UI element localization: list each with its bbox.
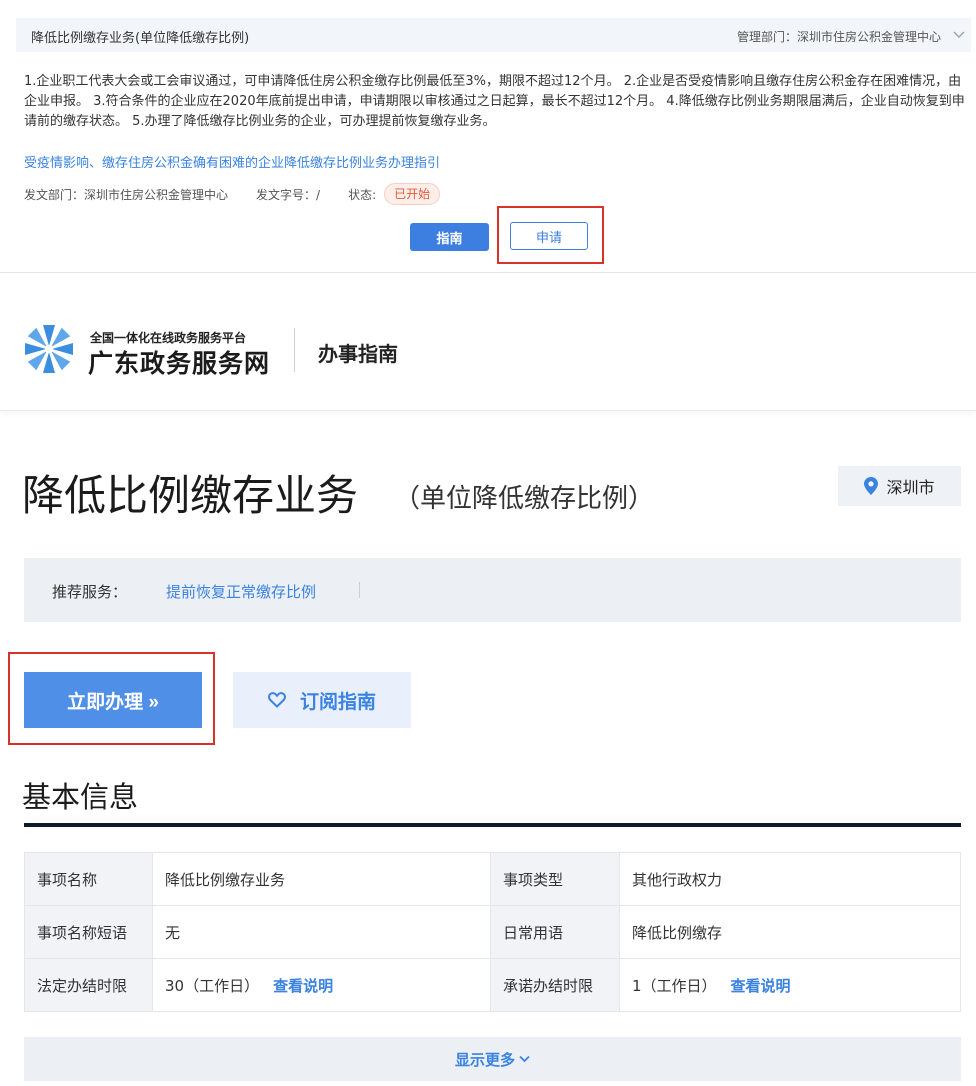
view-explanation-link[interactable]: 查看说明: [731, 977, 791, 995]
recommended-label: 推荐服务：: [52, 583, 128, 601]
guide-document-link[interactable]: 受疫情影响、缴存住房公积金确有困难的企业降低缴存比例业务办理指引: [24, 152, 440, 171]
guide-button[interactable]: 指南: [410, 223, 489, 251]
legal-time-limit-value: 30（工作日）: [165, 976, 260, 995]
page-title: 降低比例缴存业务: [22, 471, 359, 520]
view-explanation-link[interactable]: 查看说明: [273, 977, 333, 995]
card-header[interactable]: 降低比例缴存业务(单位降低缴存比例) 管理部门：深圳市住房公积金管理中心: [16, 18, 971, 52]
show-more-button[interactable]: 显示更多: [24, 1037, 961, 1081]
section-rule: [24, 823, 961, 827]
service-card: 降低比例缴存业务(单位降低缴存比例) 管理部门：深圳市住房公积金管理中心 1.企…: [0, 0, 976, 273]
promised-time-limit-value: 1（工作日）: [632, 976, 717, 995]
location-pin-icon: [864, 477, 879, 495]
table-row: 事项名称 降低比例缴存业务 事项类型 其他行政权力: [24, 852, 961, 906]
table-cell-key: 法定办结时限: [24, 958, 153, 1012]
table-row: 法定办结时限 30（工作日） 查看说明 承诺办结时限 1（工作日） 查看说明: [24, 958, 961, 1012]
subscribe-guide-button[interactable]: 订阅指南: [233, 672, 411, 728]
chevron-down-icon: [519, 1055, 530, 1063]
site-header: 全国一体化在线政务服务平台 广东政务服务网 办事指南: [0, 298, 976, 411]
table-cell-value: 降低比例缴存业务: [152, 852, 491, 906]
header-divider: [294, 328, 295, 372]
show-more-label: 显示更多: [454, 1050, 515, 1069]
table-cell-key: 事项类型: [490, 852, 620, 906]
table-cell-key: 事项名称: [24, 852, 153, 906]
doc-number-label: 发文字号：/: [256, 187, 321, 202]
status-label: 状态:: [348, 187, 377, 202]
card-title: 降低比例缴存业务(单位降低缴存比例): [31, 31, 250, 46]
location-label: 深圳市: [886, 478, 935, 497]
table-cell-value: 30（工作日） 查看说明: [152, 958, 491, 1012]
status-badge: 已开始: [384, 183, 441, 205]
table-cell-key: 日常用语: [490, 905, 620, 959]
platform-name[interactable]: 广东政务服务网: [88, 344, 270, 380]
subscribe-guide-label: 订阅指南: [299, 691, 376, 713]
table-cell-value: 其他行政权力: [619, 852, 961, 906]
handle-now-highlight-box: [8, 652, 215, 745]
table-cell-key: 事项名称短语: [24, 905, 153, 959]
recommended-divider: [359, 582, 360, 598]
basic-info-title: 基本信息: [22, 780, 139, 814]
apply-highlight-box: [497, 206, 604, 264]
location-selector[interactable]: 深圳市: [838, 466, 961, 506]
card-description: 1.企业职工代表大会或工会审议通过，可申请降低住房公积金缴存比例最低至3%，期限…: [24, 74, 965, 129]
card-meta: 发文部门：深圳市住房公积金管理中心 发文字号：/ 状态: 已开始: [24, 183, 441, 205]
table-cell-value: 1（工作日） 查看说明: [619, 958, 961, 1012]
page-subtitle: （单位降低缴存比例）: [394, 484, 655, 514]
platform-logo-icon[interactable]: [22, 322, 76, 376]
recommended-service-link[interactable]: 提前恢复正常缴存比例: [166, 581, 316, 602]
card-dept-label: 管理部门：深圳市住房公积金管理中心: [736, 30, 941, 44]
table-cell-value: 无: [152, 905, 491, 959]
recommended-services: 推荐服务： 提前恢复正常缴存比例: [24, 558, 961, 622]
table-row: 事项名称短语 无 日常用语 降低比例缴存: [24, 905, 961, 959]
chevron-down-icon[interactable]: [953, 30, 965, 40]
header-section-title: 办事指南: [318, 342, 398, 366]
heart-icon: [267, 692, 286, 708]
basic-info-table: 事项名称 降低比例缴存业务 事项类型 其他行政权力 事项名称短语 无 日常用语 …: [24, 852, 961, 1012]
issuer-label: 发文部门：深圳市住房公积金管理中心: [24, 187, 229, 202]
table-cell-value: 降低比例缴存: [619, 905, 961, 959]
table-cell-key: 承诺办结时限: [490, 958, 620, 1012]
